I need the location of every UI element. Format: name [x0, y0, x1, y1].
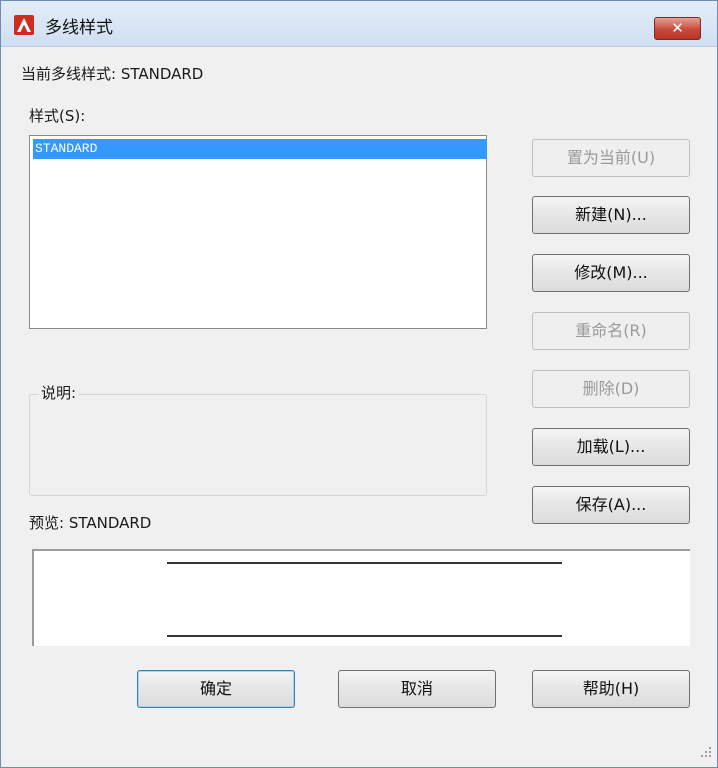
- set-current-button[interactable]: 置为当前(U): [532, 139, 690, 177]
- preview-pane: [32, 549, 690, 646]
- cancel-button[interactable]: 取消: [338, 670, 496, 708]
- ok-button[interactable]: 确定: [137, 670, 295, 708]
- preview-label: 预览: STANDARD: [29, 514, 152, 532]
- load-button[interactable]: 加载(L)...: [532, 428, 690, 466]
- description-label: 说明:: [39, 382, 79, 403]
- list-item-standard[interactable]: STANDARD: [33, 139, 487, 159]
- new-button[interactable]: 新建(N)...: [532, 196, 690, 234]
- multiline-style-dialog: 多线样式 ✕ 当前多线样式: STANDARD 样式(S): STANDARD …: [0, 0, 718, 768]
- styles-listbox[interactable]: STANDARD: [29, 135, 487, 329]
- close-button[interactable]: ✕: [654, 17, 701, 40]
- help-button[interactable]: 帮助(H): [532, 670, 690, 708]
- window-title: 多线样式: [45, 18, 113, 38]
- close-icon: ✕: [671, 19, 684, 37]
- description-group: [29, 394, 487, 496]
- delete-button[interactable]: 删除(D): [532, 370, 690, 408]
- preview-line-top: [167, 562, 562, 564]
- modify-button[interactable]: 修改(M)...: [532, 254, 690, 292]
- rename-button[interactable]: 重命名(R): [532, 312, 690, 350]
- save-button[interactable]: 保存(A)...: [532, 486, 690, 524]
- title-bar: 多线样式 ✕: [1, 1, 717, 47]
- styles-label: 样式(S):: [29, 107, 86, 125]
- resize-grip-icon[interactable]: [698, 744, 712, 758]
- current-style-label: 当前多线样式: STANDARD: [21, 65, 204, 83]
- autocad-logo-icon: [14, 15, 34, 35]
- preview-line-bottom: [167, 635, 562, 637]
